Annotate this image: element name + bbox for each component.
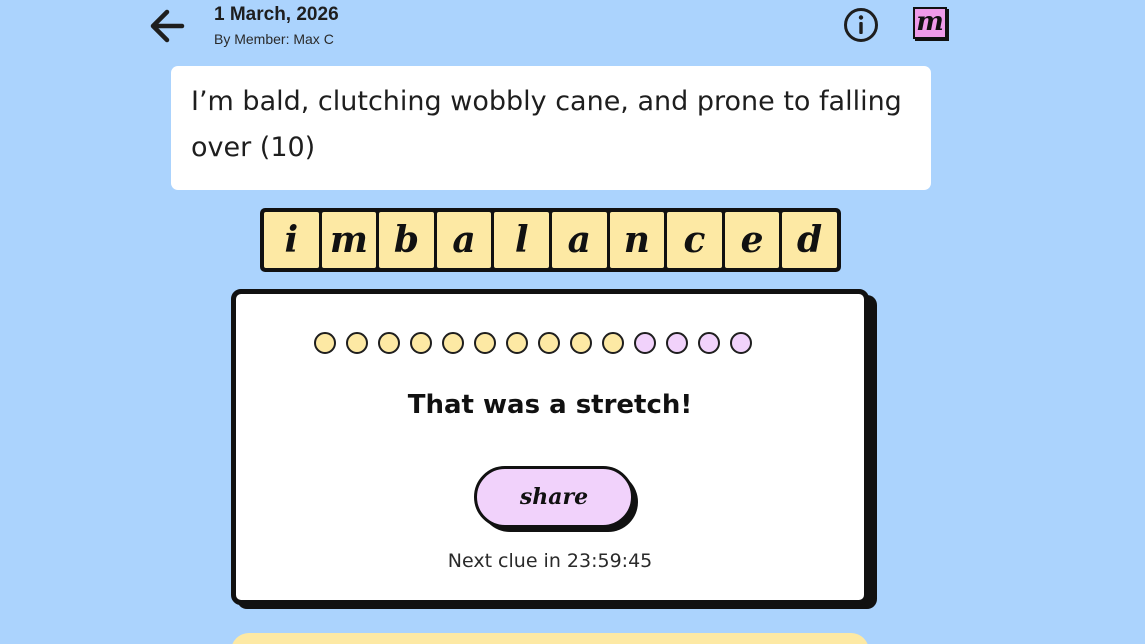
- attempt-dot-remaining: [698, 332, 720, 354]
- attempt-dot-used: [378, 332, 400, 354]
- attempt-dot-remaining: [730, 332, 752, 354]
- logo-icon[interactable]: m: [913, 7, 947, 39]
- answer-tile: a: [551, 212, 607, 268]
- answer-tile: e: [724, 212, 780, 268]
- answer-tile: n: [609, 212, 665, 268]
- result-card: That was a stretch! share Next clue in 2…: [231, 289, 869, 605]
- result-title: That was a stretch!: [407, 390, 693, 420]
- attempt-dot-used: [538, 332, 560, 354]
- attempt-dot-used: [506, 332, 528, 354]
- info-icon: [844, 8, 878, 42]
- attempt-dot-used: [442, 332, 464, 354]
- page: 1 March, 2026 By Member: Max C m I’m bal…: [0, 0, 1145, 644]
- logo-letter: m: [916, 7, 944, 37]
- next-clue-countdown: Next clue in 23:59:45: [447, 550, 653, 572]
- attempt-dot-used: [314, 332, 336, 354]
- arrow-left-icon: [150, 9, 185, 43]
- puzzle-date: 1 March, 2026: [214, 4, 339, 25]
- answer-row: i m b a l a n c e d: [260, 208, 841, 272]
- attempt-dot-used: [570, 332, 592, 354]
- attempt-dot-remaining: [666, 332, 688, 354]
- attempt-dot-used: [602, 332, 624, 354]
- attempt-dot-used: [346, 332, 368, 354]
- info-button[interactable]: [842, 6, 880, 44]
- answer-tile: l: [494, 212, 549, 268]
- clue-text: I’m bald, clutching wobbly cane, and pro…: [191, 86, 902, 163]
- answer-tile: i: [264, 212, 319, 268]
- answer-tile: m: [321, 212, 377, 268]
- answer-tile: d: [782, 212, 837, 268]
- back-button[interactable]: [146, 6, 188, 46]
- attempt-dots: [314, 332, 752, 354]
- bottom-card: [231, 633, 869, 644]
- answer-tile: c: [667, 212, 722, 268]
- puzzle-author: By Member: Max C: [214, 31, 334, 47]
- attempt-dot-used: [474, 332, 496, 354]
- attempt-dot-remaining: [634, 332, 656, 354]
- attempt-dot-used: [410, 332, 432, 354]
- answer-tile: a: [436, 212, 492, 268]
- clue-card: I’m bald, clutching wobbly cane, and pro…: [171, 66, 931, 190]
- share-button[interactable]: share: [474, 466, 634, 528]
- answer-tile: b: [379, 212, 434, 268]
